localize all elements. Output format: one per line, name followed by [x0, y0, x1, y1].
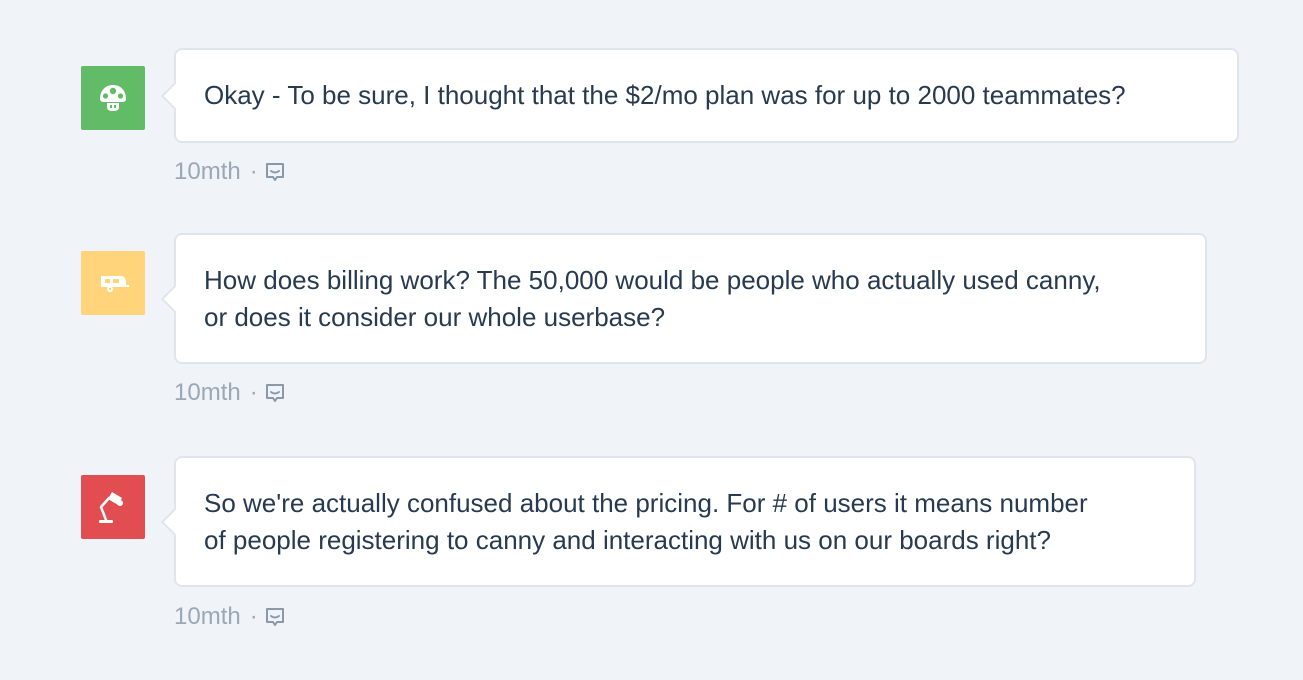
comment-timestamp[interactable]: 10mth [174, 158, 241, 186]
avatar [81, 66, 145, 130]
camper-trailer-icon [97, 271, 129, 295]
comment-bubble: So we're actually confused about the pri… [174, 456, 1196, 587]
avatar [81, 251, 145, 315]
comment-text: Okay - To be sure, I thought that the $2… [204, 80, 1126, 110]
meta-separator: · [249, 379, 258, 406]
comment-timestamp[interactable]: 10mth [174, 603, 241, 631]
comment-bubble: Okay - To be sure, I thought that the $2… [174, 48, 1239, 143]
comment-timestamp[interactable]: 10mth [174, 379, 241, 407]
comment-thread: Okay - To be sure, I thought that the $2… [0, 0, 1303, 680]
comment-text: How does billing work? The 50,000 would … [204, 264, 1101, 332]
reply-icon[interactable] [264, 161, 286, 183]
reply-icon[interactable] [264, 606, 286, 628]
reply-icon[interactable] [264, 382, 286, 404]
comment-bubble: How does billing work? The 50,000 would … [174, 233, 1207, 364]
comment-meta: 10mth · [174, 158, 286, 186]
avatar [81, 475, 145, 539]
comment-meta: 10mth · [174, 603, 286, 631]
comment-text: So we're actually confused about the pri… [204, 487, 1088, 555]
desk-lamp-icon [96, 489, 130, 525]
mushroom-icon [97, 82, 129, 114]
meta-separator: · [249, 603, 258, 630]
comment-meta: 10mth · [174, 379, 286, 407]
meta-separator: · [249, 158, 258, 185]
